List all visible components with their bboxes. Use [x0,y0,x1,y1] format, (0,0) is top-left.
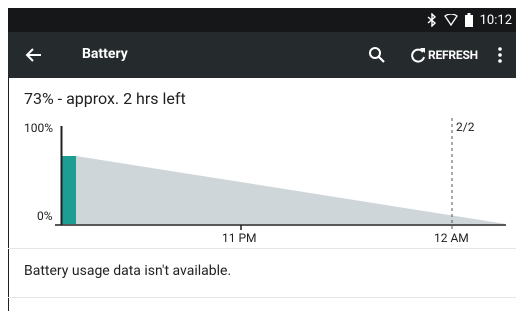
usage-unavailable-message: Battery usage data isn't available. [24,263,232,279]
status-time: 10:12 [479,12,512,28]
battery-summary: 73% - approx. 2 hrs left [24,89,186,108]
wifi-icon [443,14,458,26]
refresh-icon [411,48,425,63]
projection-area [76,156,506,224]
divider [8,248,516,249]
back-button[interactable] [22,43,46,67]
page-indicator: 2/2 [456,120,475,134]
divider [8,297,516,298]
status-bar: 10:12 [8,8,516,32]
x-tick-label: 11 PM [222,231,257,245]
x-tick-label: 12 AM [434,231,469,245]
refresh-label: REFRESH [428,48,478,62]
overflow-menu-button[interactable] [492,43,508,67]
app-bar: Battery REFRESH [8,32,516,78]
back-arrow-icon [25,48,41,62]
search-icon [369,47,385,63]
y-min-label: 0% [37,209,53,223]
battery-icon [464,13,473,27]
page-title: Battery [82,46,128,62]
charge-history-bar [62,156,76,224]
search-button[interactable] [365,43,389,67]
y-max-label: 100% [24,121,53,135]
bluetooth-icon [427,13,437,27]
refresh-button[interactable]: REFRESH [410,43,478,67]
overflow-menu-icon [498,47,502,63]
battery-history-chart[interactable]: 100% 0% 11 PM 12 AM 2/2 [0,110,516,250]
